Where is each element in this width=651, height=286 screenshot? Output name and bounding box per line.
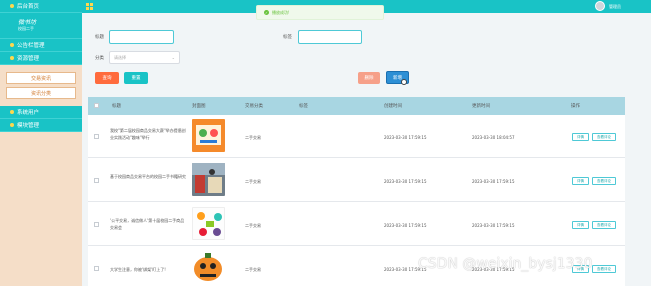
resources-icon (10, 56, 14, 60)
sidebar-item-label: 公告栏管理 (17, 43, 45, 49)
header-category: 交易分类 (245, 104, 263, 109)
detail-button[interactable]: 详情 (572, 221, 589, 229)
row-updated: 2023-03-30 17:59:15 (472, 179, 515, 184)
header-title: 标题 (112, 104, 121, 109)
title-label: 标题 (95, 35, 104, 40)
sidebar-item-label: 后台首页 (17, 4, 40, 10)
delete-button[interactable]: 删除 (358, 72, 380, 84)
table-row: '公平交易，诚信做人'第十届校园二手商品交易会 二手交易 2023-03-30 … (88, 203, 625, 246)
cover-image (192, 251, 225, 284)
success-toast: ✓ 播放成功! (256, 5, 384, 20)
check-icon: ✓ (264, 10, 269, 15)
row-title: 我校"第二届校园商品交易大赛"举办提倡创业实践活动"趣味"举行 (110, 128, 186, 140)
sidebar-item-resources[interactable]: 资源管理 (0, 52, 82, 65)
header-tag: 标签 (299, 104, 308, 109)
header-updated: 更新时间 (472, 104, 490, 109)
cover-image (192, 119, 225, 152)
reset-button[interactable]: 重置 (124, 72, 148, 84)
sidebar-item-modules[interactable]: 模块管理 (0, 119, 82, 132)
row-checkbox[interactable] (94, 266, 99, 271)
row-category: 二手交易 (245, 223, 261, 228)
home-icon (10, 4, 14, 8)
row-created: 2023-03-30 17:59:15 (384, 223, 427, 228)
title-input[interactable] (109, 30, 174, 44)
chevron-down-icon: ⌄ (171, 55, 175, 60)
select-all-checkbox[interactable] (94, 103, 99, 108)
view-comments-button[interactable]: 查看评论 (592, 177, 616, 185)
row-title: 基于校园商品交易平台的校园二手书籍研究 (110, 174, 186, 179)
sidebar-item-users[interactable]: 系统用户 (0, 106, 82, 119)
mouse-cursor-icon (401, 79, 407, 85)
row-checkbox[interactable] (94, 134, 99, 139)
sidebar: 后台首页 微书坊 校园二手 公告栏管理 资源管理 交易资讯 资讯分类 系统用户 … (0, 0, 82, 286)
user-name[interactable]: 管理员 (609, 4, 621, 10)
query-button[interactable]: 查询 (95, 72, 119, 84)
table-row: 基于校园商品交易平台的校园二手书籍研究 二手交易 2023-03-30 17:5… (88, 159, 625, 202)
view-comments-button[interactable]: 查看评论 (592, 265, 616, 273)
row-title: 大学生注意，你被'绑架'盯上了! (110, 267, 166, 272)
sidebar-item-notice[interactable]: 公告栏管理 (0, 39, 82, 52)
cover-image (192, 163, 225, 196)
row-checkbox[interactable] (94, 222, 99, 227)
sidebar-item-label: 模块管理 (17, 123, 40, 129)
avatar[interactable] (595, 1, 605, 11)
view-comments-button[interactable]: 查看评论 (592, 133, 616, 141)
toast-message: 播放成功! (272, 9, 290, 15)
header-cover: 封面图 (192, 104, 206, 109)
logo-title: 微书坊 (18, 19, 37, 26)
row-category: 二手交易 (245, 179, 261, 184)
sidebar-item-label: 系统用户 (17, 110, 40, 116)
detail-button[interactable]: 详情 (572, 177, 589, 185)
tag-input[interactable] (298, 30, 362, 44)
sidebar-item-label: 资源管理 (17, 56, 40, 62)
row-updated: 2023-03-30 18:04:57 (472, 135, 515, 140)
sidebar-submenu: 交易资讯 资讯分类 (0, 65, 82, 106)
sidebar-subitem-news-category[interactable]: 资讯分类 (6, 87, 76, 99)
table-row: 我校"第二届校园商品交易大赛"举办提倡创业实践活动"趣味"举行 二手交易 202… (88, 115, 625, 158)
logo: 微书坊 校园二手 (0, 13, 82, 39)
sidebar-item-home[interactable]: 后台首页 (0, 0, 82, 13)
users-icon (10, 110, 14, 114)
watermark: CSDN @weixin_bysj1330 (418, 256, 593, 272)
row-category: 二手交易 (245, 267, 261, 272)
logo-subtitle: 校园二手 (18, 26, 34, 31)
row-updated: 2023-03-30 17:59:15 (472, 223, 515, 228)
table-header: 标题 封面图 交易分类 标签 创建时间 更新时间 操作 (88, 97, 625, 115)
row-created: 2023-03-30 17:59:15 (384, 135, 427, 140)
notice-icon (10, 43, 14, 47)
category-placeholder: 请选择 (114, 54, 126, 60)
tag-label: 标签 (283, 35, 292, 40)
detail-button[interactable]: 详情 (572, 133, 589, 141)
row-title: '公平交易，诚信做人'第十届校园二手商品交易会 (110, 218, 185, 230)
modules-icon (10, 123, 14, 127)
category-label: 分类 (95, 56, 104, 61)
category-select[interactable]: 请选择 ⌄ (109, 51, 180, 64)
row-created: 2023-03-30 17:59:15 (384, 179, 427, 184)
header-created: 创建时间 (384, 104, 402, 109)
row-checkbox[interactable] (94, 178, 99, 183)
grid-menu-icon[interactable] (86, 3, 93, 10)
header-actions: 操作 (571, 104, 580, 109)
sidebar-subitem-trade-news[interactable]: 交易资讯 (6, 72, 76, 84)
view-comments-button[interactable]: 查看评论 (592, 221, 616, 229)
row-category: 二手交易 (245, 135, 261, 140)
cover-image (192, 207, 225, 240)
